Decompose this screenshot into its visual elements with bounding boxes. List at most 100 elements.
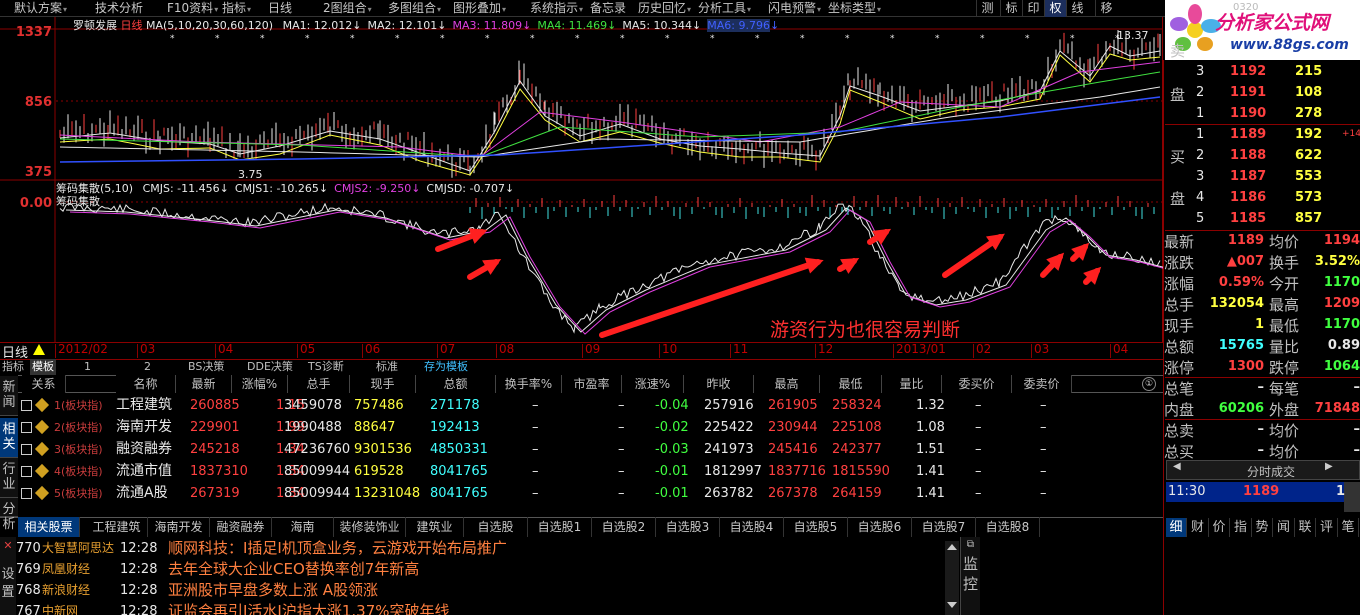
column-header[interactable]: 昨收 (684, 375, 754, 393)
template-tab[interactable]: BS决策 (188, 359, 224, 375)
toolbar-button-1[interactable]: 标 (1000, 0, 1022, 17)
menu-item[interactable]: 日线 (268, 0, 293, 17)
bottom-tab[interactable]: 自选股8 (976, 517, 1040, 537)
template-tab[interactable]: 模板 (30, 359, 56, 375)
monitor-label[interactable]: 监 (961, 554, 980, 574)
column-header[interactable]: 总额 (416, 375, 496, 393)
menu-item[interactable]: 2图组合 (323, 0, 372, 17)
side-tab[interactable]: 行业 (0, 458, 18, 498)
side-tab[interactable]: 相关 (0, 418, 18, 458)
side-tab[interactable]: 分析 (0, 498, 18, 532)
menu-item[interactable]: 指标 (222, 0, 251, 17)
right-tab[interactable]: 势 (1252, 518, 1273, 537)
right-tab[interactable]: 财 (1188, 518, 1209, 537)
quote-label: 最高 (1269, 296, 1300, 314)
template-tab[interactable]: 1 (84, 359, 91, 375)
table-settings-icon[interactable]: ① (1142, 377, 1156, 391)
right-tab[interactable]: 联 (1295, 518, 1316, 537)
ticks-left-arrow-icon[interactable]: ◀ (1173, 461, 1181, 472)
toolbar-button-0[interactable]: 测 (976, 0, 998, 17)
menu-item[interactable]: 分析工具 (698, 0, 751, 17)
menu-item[interactable]: 系统指示 (530, 0, 583, 17)
bottom-tab[interactable]: 建筑业 (406, 517, 464, 537)
bottom-tab[interactable]: 自选股5 (784, 517, 848, 537)
column-header[interactable]: 涨幅% (232, 375, 288, 393)
settings-label[interactable]: 置 (0, 584, 16, 602)
close-icon[interactable]: ✕ (0, 539, 16, 552)
right-tab[interactable]: 价 (1209, 518, 1230, 537)
template-tab[interactable]: TS诊断 (308, 359, 344, 375)
column-header[interactable]: 关系 (22, 375, 66, 393)
row-checkbox[interactable] (21, 400, 32, 411)
column-header[interactable]: 委卖价 (1012, 375, 1072, 393)
news-headline[interactable]: 亚洲股市早盘多数上涨 A股领涨 (168, 580, 378, 601)
ticks-right-arrow-icon[interactable]: ▶ (1325, 461, 1333, 472)
template-tab[interactable]: DDE决策 (247, 359, 293, 375)
news-headline[interactable]: 证监会再引I活水I沪指大涨1.37%突破年线 (168, 601, 450, 615)
menu-item[interactable]: 图形叠加 (453, 0, 506, 17)
row-checkbox[interactable] (21, 422, 32, 433)
column-header[interactable]: 最低 (820, 375, 882, 393)
column-header[interactable]: 涨速% (622, 375, 684, 393)
column-header[interactable]: 最高 (754, 375, 820, 393)
right-tab[interactable]: 指 (1231, 518, 1252, 537)
bottom-tab[interactable]: 融资融券 (210, 517, 272, 537)
toolbar-button-4[interactable]: 线 (1066, 0, 1088, 17)
template-tab[interactable]: 存为模板 (424, 359, 468, 375)
bottom-tab[interactable]: 自选股 (464, 517, 528, 537)
right-tab[interactable]: 笔 (1338, 518, 1359, 537)
quote-label: 总买 (1164, 443, 1195, 461)
menu-item[interactable]: 默认方案 (14, 0, 67, 17)
bottom-tab[interactable]: 海南开发 (148, 517, 210, 537)
menu-item[interactable]: 坐标类型 (828, 0, 881, 17)
monitor-panel[interactable]: ⧉ 监控 (960, 537, 980, 615)
template-tab[interactable]: 2 (144, 359, 151, 375)
table-cell-name: 海南开发 (116, 419, 172, 435)
right-tab[interactable]: 细 (1166, 518, 1187, 537)
bottom-tab[interactable]: 自选股3 (656, 517, 720, 537)
bottom-tab[interactable]: 装修装饰业 (334, 517, 406, 537)
column-header[interactable]: 换手率% (496, 375, 562, 393)
menu-item[interactable]: 闪电预警 (768, 0, 821, 17)
settings-label[interactable]: 设 (0, 566, 16, 584)
side-tab[interactable]: 新闻 (0, 376, 18, 416)
menu-item[interactable]: 技术分析 (95, 0, 144, 17)
toolbar-button-5[interactable]: 移 (1095, 0, 1117, 17)
bottom-tab[interactable]: 自选股2 (592, 517, 656, 537)
row-checkbox[interactable] (21, 444, 32, 455)
column-header[interactable]: 名称 (116, 375, 176, 393)
bottom-tab[interactable]: 海南 (272, 517, 334, 537)
menu-item[interactable]: 多图组合 (388, 0, 441, 17)
toolbar-button-2[interactable]: 印 (1022, 0, 1044, 17)
template-tab[interactable]: 标准 (376, 359, 398, 375)
bottom-tab[interactable]: 自选股7 (912, 517, 976, 537)
news-scrollbar[interactable] (945, 541, 959, 615)
toolbar-button-3[interactable]: 权 (1044, 0, 1066, 17)
template-tab[interactable]: 指标 (2, 359, 24, 375)
bottom-tab[interactable]: 自选股4 (720, 517, 784, 537)
right-tab[interactable]: 评 (1317, 518, 1338, 537)
column-header[interactable]: 最新 (176, 375, 232, 393)
menu-item[interactable]: 备忘录 (590, 0, 627, 17)
bottom-tab[interactable]: 工程建筑 (86, 517, 148, 537)
row-checkbox[interactable] (21, 488, 32, 499)
news-headline[interactable]: 去年全球大企业CEO替换率创7年新高 (168, 559, 419, 580)
right-tab[interactable]: 闻 (1274, 518, 1295, 537)
table-cell-spd: -0.01 (655, 464, 689, 479)
bottom-tab[interactable]: 相关股票 (18, 517, 80, 537)
row-checkbox[interactable] (21, 466, 32, 477)
menu-item[interactable]: F10资料 (167, 0, 218, 17)
restore-icon[interactable]: ⧉ (961, 539, 980, 550)
column-header[interactable]: 总手 (288, 375, 350, 393)
news-headline[interactable]: 顺网科技：I插足I机顶盒业务，云游戏开始布局推广 (168, 538, 507, 559)
menu-item[interactable]: 历史回忆 (638, 0, 691, 17)
ticks-scrollbar[interactable] (1344, 482, 1360, 512)
bottom-tab[interactable]: 自选股1 (528, 517, 592, 537)
bottom-tab[interactable]: 自选股6 (848, 517, 912, 537)
quote-label: 今开 (1269, 275, 1300, 293)
column-header[interactable]: 现手 (350, 375, 416, 393)
monitor-label[interactable]: 控 (961, 574, 980, 594)
column-header[interactable]: 委买价 (942, 375, 1012, 393)
column-header[interactable]: 量比 (882, 375, 942, 393)
column-header[interactable]: 市盈率 (562, 375, 622, 393)
